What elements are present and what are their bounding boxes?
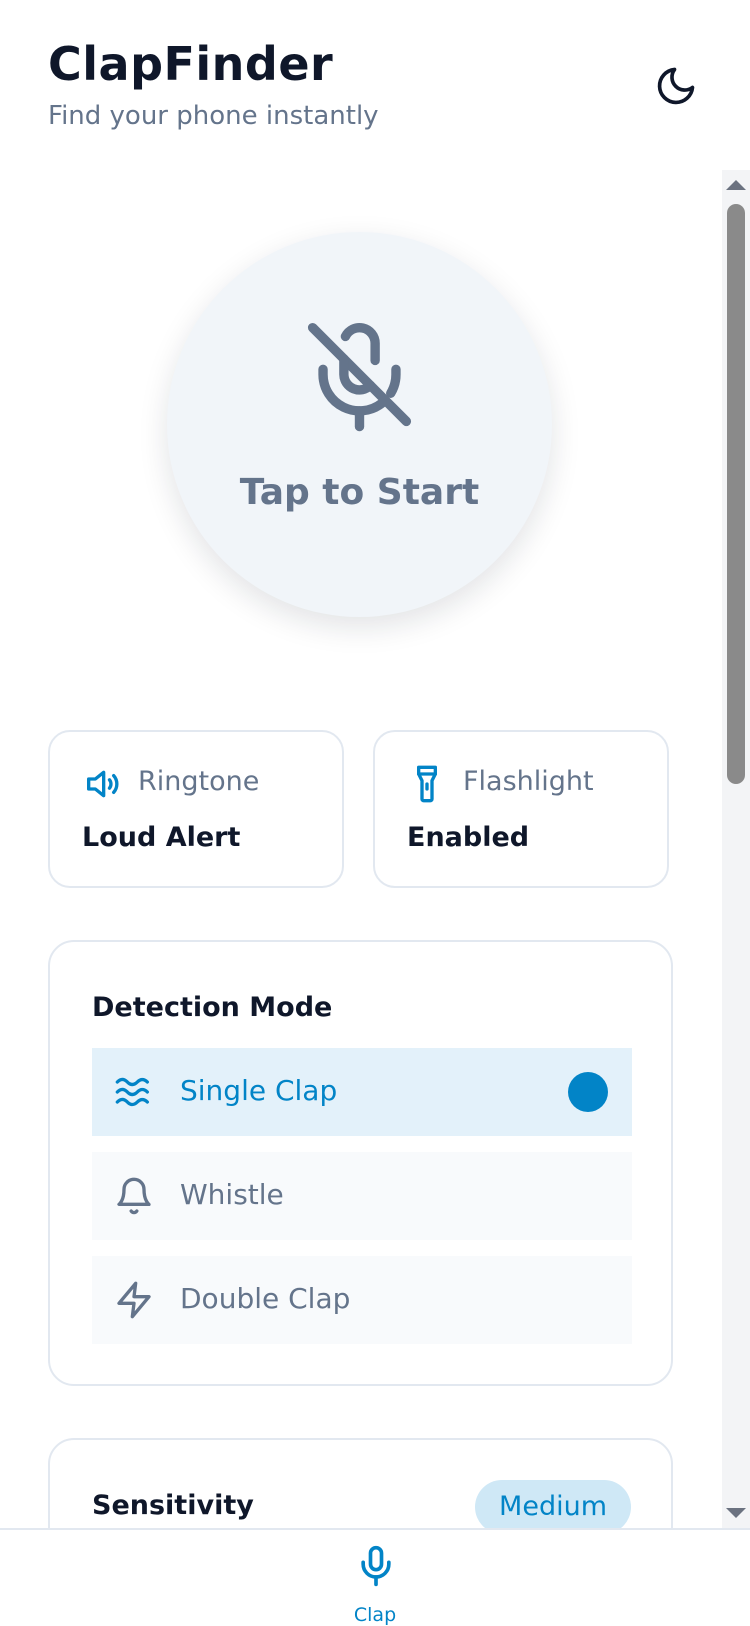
mode-option-single-clap[interactable]: Single Clap [92,1048,632,1136]
app-title: ClapFinder [48,37,334,91]
main-scroll-area[interactable]: Tap to Start Ringtone Loud Alert Flashli… [0,170,750,1528]
ringtone-card[interactable]: Ringtone Loud Alert [48,730,344,888]
mode-label-whistle: Whistle [180,1178,284,1211]
nav-label-clap: Clap [353,1604,397,1626]
theme-toggle-button[interactable] [648,58,704,114]
app-subtitle: Find your phone instantly [48,101,379,131]
mic-icon [361,1545,391,1587]
mic-off-icon [307,322,412,432]
mode-label-single-clap: Single Clap [180,1074,338,1107]
moon-icon [657,67,695,105]
bell-icon [117,1177,151,1215]
mode-option-whistle[interactable]: Whistle [92,1152,632,1240]
sensitivity-level-badge[interactable]: Medium [475,1480,631,1528]
flashlight-icon [417,765,437,803]
sensitivity-card: Sensitivity Medium [48,1438,673,1528]
flashlight-value: Enabled [407,822,530,853]
scrollbar-thumb[interactable] [727,204,745,784]
scroll-down-arrow[interactable] [726,1508,746,1518]
selected-radio-dot [568,1072,608,1112]
detection-mode-title: Detection Mode [92,992,333,1023]
mode-label-double-clap: Double Clap [180,1282,351,1315]
scrollbar[interactable] [722,170,750,1528]
start-label: Tap to Start [239,472,480,513]
flashlight-card[interactable]: Flashlight Enabled [373,730,669,888]
detection-mode-card: Detection Mode Single Clap Whistle Doubl… [48,940,673,1386]
mode-option-double-clap[interactable]: Double Clap [92,1256,632,1344]
waves-icon [115,1077,149,1107]
app-header: ClapFinder Find your phone instantly [48,30,702,140]
ringtone-label: Ringtone [138,766,260,797]
scroll-up-arrow[interactable] [726,180,746,190]
flashlight-label: Flashlight [463,766,594,797]
lightning-icon [117,1281,151,1319]
bottom-navigation: Clap [0,1528,750,1626]
tap-to-start-button[interactable]: Tap to Start [167,232,552,617]
sensitivity-title: Sensitivity [92,1490,254,1521]
nav-item-clap[interactable]: Clap [332,1530,418,1626]
speaker-icon [87,770,119,798]
ringtone-value: Loud Alert [82,822,241,853]
